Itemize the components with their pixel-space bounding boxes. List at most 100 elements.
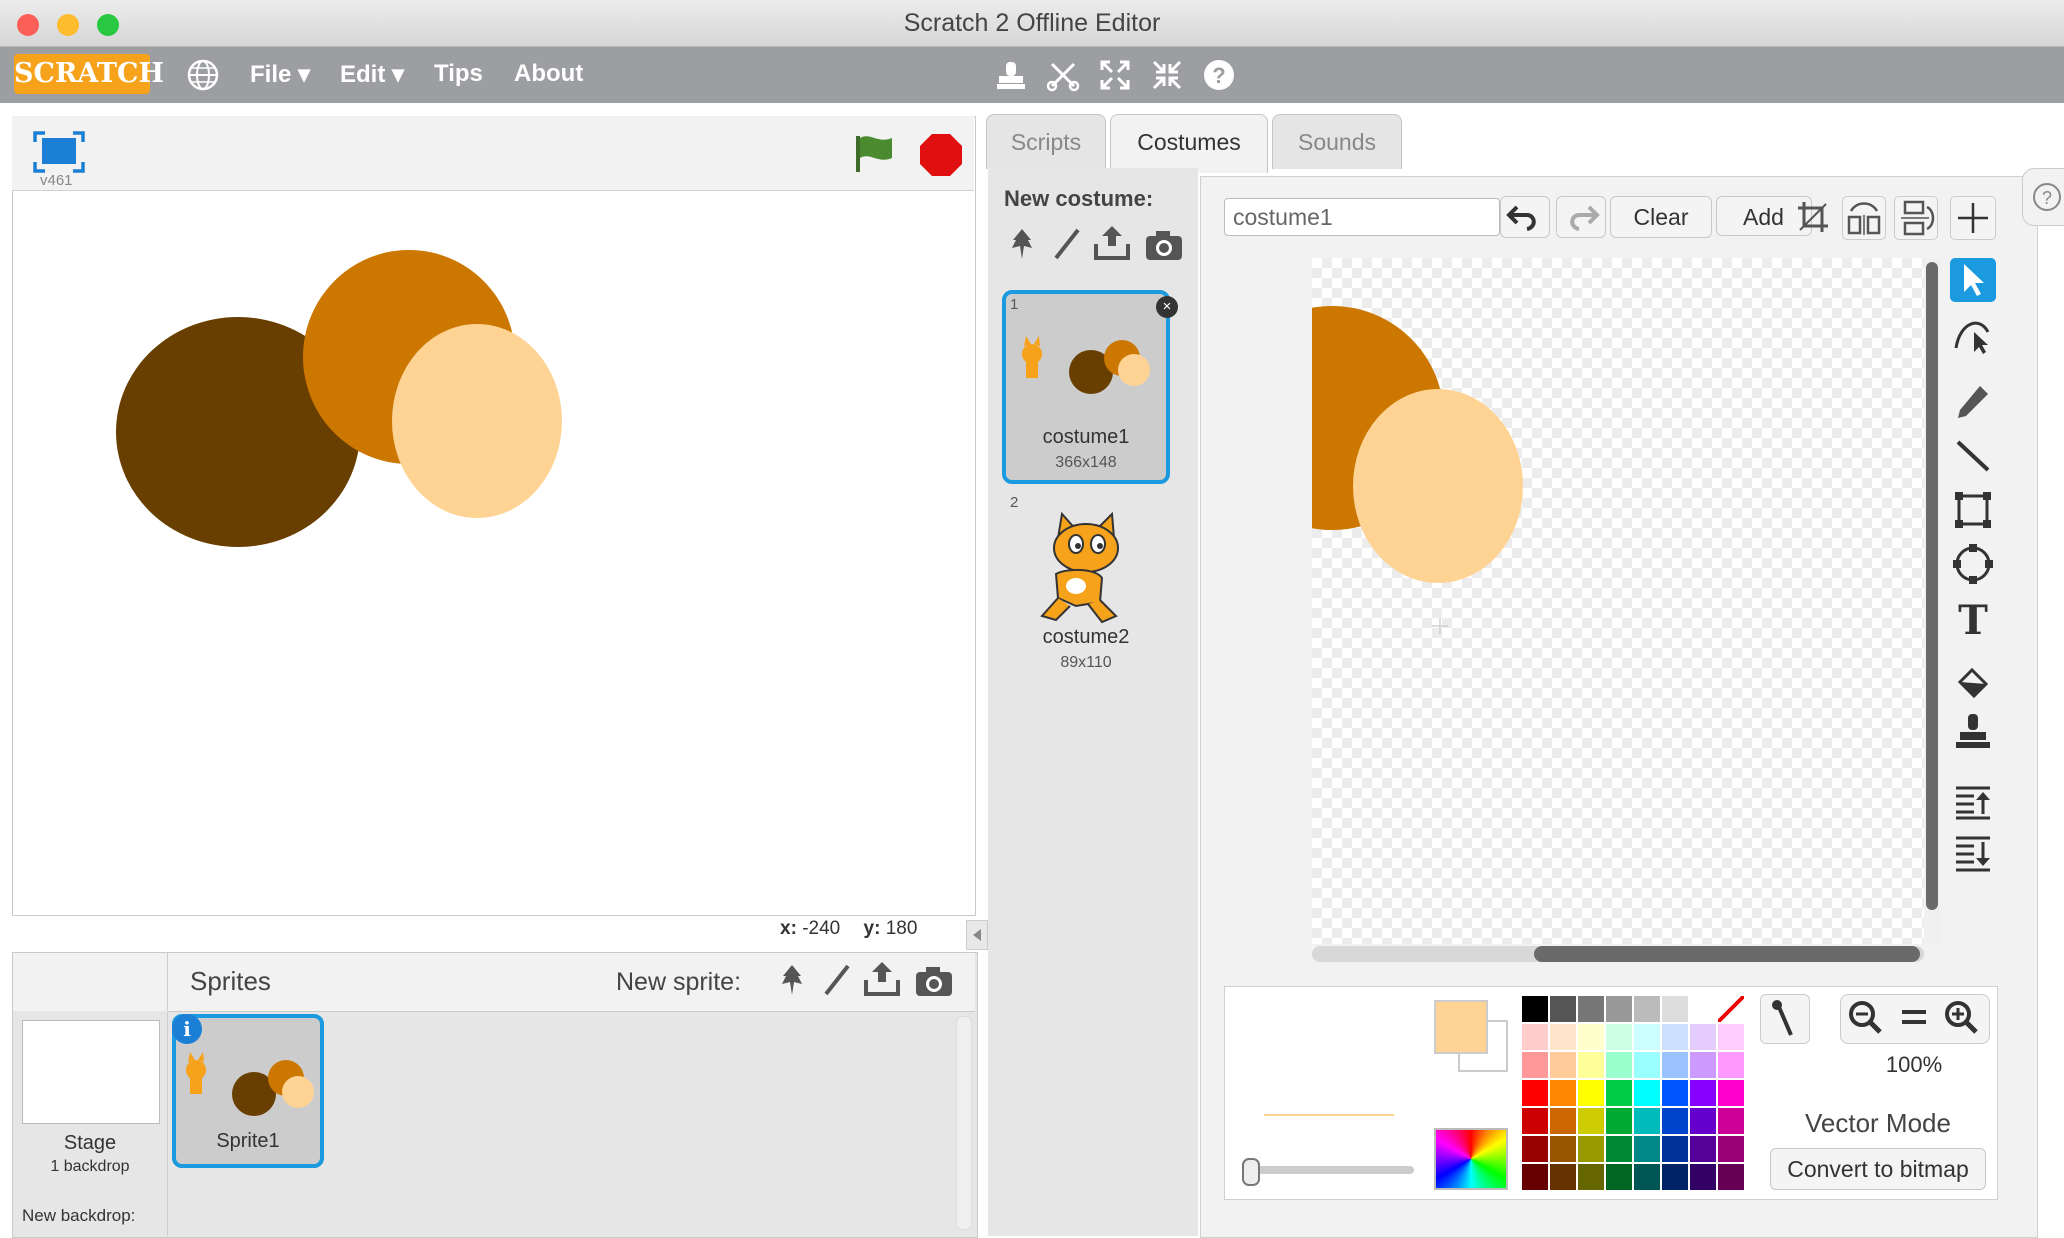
camera-sprite-icon[interactable] — [914, 964, 954, 998]
tab-costumes[interactable]: Costumes — [1110, 114, 1268, 173]
palette-swatch[interactable] — [1662, 1136, 1688, 1162]
palette-swatch[interactable] — [1718, 1164, 1744, 1190]
color-picker-gradient[interactable] — [1434, 1128, 1508, 1190]
stage-canvas[interactable] — [12, 192, 974, 912]
paint-new-sprite-icon[interactable] — [818, 962, 854, 998]
palette-swatch[interactable] — [1550, 1108, 1576, 1134]
palette-swatch[interactable] — [1634, 1080, 1660, 1106]
sprite-library-icon[interactable] — [774, 962, 810, 998]
redo-button[interactable] — [1556, 196, 1606, 238]
palette-swatch[interactable] — [1522, 1052, 1548, 1078]
grow-icon[interactable] — [1098, 58, 1132, 92]
convert-to-bitmap-button[interactable]: Convert to bitmap — [1770, 1148, 1986, 1190]
palette-swatch[interactable] — [1550, 1164, 1576, 1190]
green-flag-icon[interactable] — [852, 132, 896, 174]
reshape-tool[interactable] — [1950, 312, 1996, 356]
palette-swatch[interactable] — [1578, 996, 1604, 1022]
collapse-stage-button[interactable] — [966, 920, 988, 950]
palette-swatch[interactable] — [1606, 1080, 1632, 1106]
palette-swatch[interactable] — [1690, 1136, 1716, 1162]
palette-swatch[interactable] — [1522, 1164, 1548, 1190]
duplicate-tool[interactable] — [1950, 710, 1996, 754]
palette-swatch[interactable] — [1634, 1108, 1660, 1134]
cut-scissors-icon[interactable] — [1046, 58, 1080, 92]
tips-help-tab[interactable]: ? — [2022, 168, 2064, 226]
costume-name-input[interactable] — [1224, 198, 1500, 236]
palette-swatch[interactable] — [1606, 1108, 1632, 1134]
eyedropper-button[interactable] — [1760, 994, 1810, 1044]
palette-swatch[interactable] — [1634, 1164, 1660, 1190]
menu-tips[interactable]: Tips — [434, 60, 483, 88]
palette-swatch[interactable] — [1606, 1136, 1632, 1162]
upload-costume-icon[interactable] — [1092, 224, 1132, 262]
palette-swatch[interactable] — [1578, 1024, 1604, 1050]
delete-costume-icon[interactable]: × — [1156, 296, 1178, 318]
select-tool[interactable] — [1950, 258, 1996, 302]
paint-canvas[interactable] — [1312, 258, 1924, 944]
palette-swatch[interactable] — [1634, 1136, 1660, 1162]
sprites-scrollbar[interactable] — [956, 1016, 972, 1230]
palette-swatch[interactable] — [1718, 1052, 1744, 1078]
palette-swatch[interactable] — [1634, 1024, 1660, 1050]
palette-swatch[interactable] — [1578, 1164, 1604, 1190]
palette-swatch[interactable] — [1550, 1136, 1576, 1162]
send-backward-tool[interactable] — [1950, 832, 1996, 876]
camera-costume-icon[interactable] — [1144, 228, 1184, 262]
palette-swatch[interactable] — [1578, 1080, 1604, 1106]
palette-swatch[interactable] — [1690, 1080, 1716, 1106]
costume-library-icon[interactable] — [1004, 226, 1040, 262]
palette-swatch[interactable] — [1662, 1024, 1688, 1050]
palette-swatch[interactable] — [1662, 1052, 1688, 1078]
zoom-reset-icon[interactable] — [1894, 998, 1934, 1038]
shrink-icon[interactable] — [1150, 58, 1184, 92]
crop-icon[interactable] — [1796, 200, 1830, 234]
canvas-horizontal-scrollbar[interactable] — [1534, 946, 1920, 962]
palette-swatch[interactable] — [1690, 1052, 1716, 1078]
palette-swatch[interactable] — [1606, 1052, 1632, 1078]
palette-swatch[interactable] — [1578, 1052, 1604, 1078]
palette-swatch[interactable] — [1634, 996, 1660, 1022]
help-icon[interactable]: ? — [1202, 58, 1236, 92]
palette-swatch[interactable] — [1690, 1108, 1716, 1134]
palette-swatch[interactable] — [1606, 1164, 1632, 1190]
stroke-width-slider[interactable] — [1244, 1166, 1414, 1174]
palette-swatch[interactable] — [1550, 1080, 1576, 1106]
scratch-logo[interactable]: SCRATCH — [14, 54, 164, 94]
line-tool[interactable] — [1950, 434, 1996, 478]
palette-swatch[interactable] — [1718, 1024, 1744, 1050]
ellipse-tool[interactable] — [1950, 542, 1996, 586]
tab-scripts[interactable]: Scripts — [986, 114, 1106, 169]
stroke-width-slider-handle[interactable] — [1242, 1158, 1260, 1186]
upload-sprite-icon[interactable] — [862, 960, 902, 998]
palette-swatch[interactable] — [1550, 1052, 1576, 1078]
palette-swatch[interactable] — [1662, 1164, 1688, 1190]
zoom-in-icon[interactable] — [1942, 998, 1982, 1038]
globe-icon[interactable] — [186, 58, 220, 92]
stage-thumbnail[interactable] — [22, 1020, 160, 1124]
palette-swatch[interactable] — [1522, 996, 1548, 1022]
tab-sounds[interactable]: Sounds — [1272, 114, 1402, 169]
text-tool[interactable]: T — [1950, 596, 1996, 644]
primary-color-swatch[interactable] — [1434, 1000, 1488, 1054]
canvas-vertical-scrollbar[interactable] — [1926, 262, 1938, 910]
palette-swatch[interactable] — [1662, 996, 1688, 1022]
bring-forward-tool[interactable] — [1950, 780, 1996, 824]
duplicate-stamp-icon[interactable] — [994, 58, 1028, 92]
palette-swatch[interactable] — [1690, 996, 1716, 1022]
palette-swatch[interactable] — [1578, 1108, 1604, 1134]
presentation-mode-icon[interactable] — [32, 130, 86, 174]
palette-swatch[interactable] — [1522, 1108, 1548, 1134]
palette-swatch[interactable] — [1606, 996, 1632, 1022]
menu-edit[interactable]: Edit ▾ — [340, 60, 404, 89]
palette-swatch[interactable] — [1690, 1164, 1716, 1190]
flip-horizontal-icon[interactable] — [1842, 196, 1886, 240]
palette-swatch[interactable] — [1606, 1024, 1632, 1050]
costume2-cat-thumbnail[interactable] — [1036, 510, 1132, 626]
palette-swatch[interactable] — [1578, 1136, 1604, 1162]
palette-swatch[interactable] — [1718, 1108, 1744, 1134]
palette-swatch[interactable] — [1718, 996, 1744, 1022]
paint-new-costume-icon[interactable] — [1048, 226, 1084, 262]
palette-swatch[interactable] — [1522, 1080, 1548, 1106]
palette-swatch[interactable] — [1634, 1052, 1660, 1078]
clear-button[interactable]: Clear — [1610, 196, 1712, 238]
